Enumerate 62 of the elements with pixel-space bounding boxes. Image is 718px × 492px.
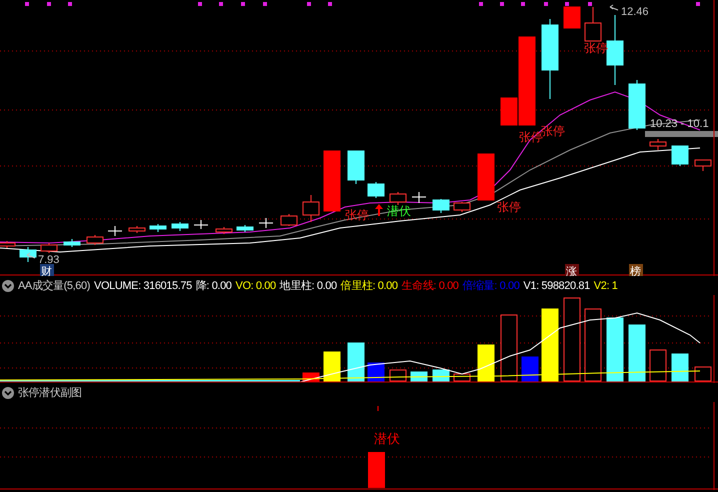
candlestick — [432, 198, 450, 214]
candlestick — [564, 6, 580, 28]
volume-bar — [432, 370, 450, 382]
volume-bar — [522, 356, 538, 382]
candlestick — [216, 226, 232, 234]
signal-label: 潜伏 — [374, 431, 400, 446]
volume-bar — [368, 362, 384, 382]
volume-bar — [478, 344, 494, 382]
up-arrow-icon — [375, 204, 383, 216]
volume-bar — [694, 366, 712, 382]
indicator-reading: 地里柱: 0.00 — [280, 279, 337, 293]
candlestick — [40, 242, 58, 254]
indicator-reading: 生命线: 0.00 — [402, 279, 458, 293]
price-label: 7.93 — [26, 252, 60, 266]
panel-title: 张停潜伏副图 — [18, 386, 82, 400]
candlestick — [128, 226, 146, 234]
volume-bar — [500, 314, 518, 382]
signal-label: 张停 — [541, 124, 565, 138]
candlestick — [478, 154, 494, 200]
candlestick — [390, 192, 406, 206]
indicator-reading: 倍缩量: 0.00 — [462, 278, 520, 293]
candlestick — [258, 218, 274, 228]
volume-bar — [348, 342, 364, 382]
indicator-reading: 倍里柱: 0.00 — [340, 279, 398, 293]
indicator-reading: VO: 0.00 — [236, 280, 276, 292]
candlestick — [20, 246, 36, 262]
volume-bar — [650, 350, 666, 382]
panel-title: AA成交量(5,60) — [18, 278, 90, 293]
candlestick — [454, 202, 470, 212]
candlestick — [280, 214, 298, 226]
candlestick — [412, 192, 426, 204]
candlestick — [606, 14, 624, 86]
candlestick — [584, 6, 602, 42]
collapse-icon[interactable] — [2, 280, 14, 292]
candlestick — [348, 150, 364, 184]
signal-label: 张停 — [519, 130, 543, 144]
candlestick — [694, 160, 712, 172]
indicator-reading: V1: 598820.81 — [523, 280, 590, 292]
volume-bar — [606, 318, 624, 382]
indicator-reading: VOLUME: 316015.75 — [94, 280, 192, 292]
indicator-reading: V2: 1 — [594, 280, 618, 292]
volume-bar — [390, 370, 406, 382]
candlestick — [64, 238, 80, 248]
signal-label: 张停 — [497, 200, 521, 214]
candlestick — [236, 224, 254, 232]
indicator-reading: 降: 0.00 — [196, 279, 232, 293]
price-label: 12.46 — [610, 4, 649, 18]
candlestick — [672, 146, 688, 166]
collapse-icon[interactable] — [2, 386, 14, 398]
candlestick — [650, 138, 666, 150]
candlestick — [194, 220, 208, 230]
candlestick — [368, 182, 384, 198]
candlestick — [628, 80, 646, 130]
candlestick — [108, 226, 122, 236]
volume-bar — [324, 352, 340, 382]
candlestick — [86, 234, 104, 246]
candlestick — [302, 194, 320, 222]
volume-bar — [628, 324, 646, 382]
volume-bar — [672, 354, 688, 382]
volume-bar — [410, 372, 428, 382]
candlestick — [324, 150, 340, 212]
candlestick — [172, 222, 188, 232]
